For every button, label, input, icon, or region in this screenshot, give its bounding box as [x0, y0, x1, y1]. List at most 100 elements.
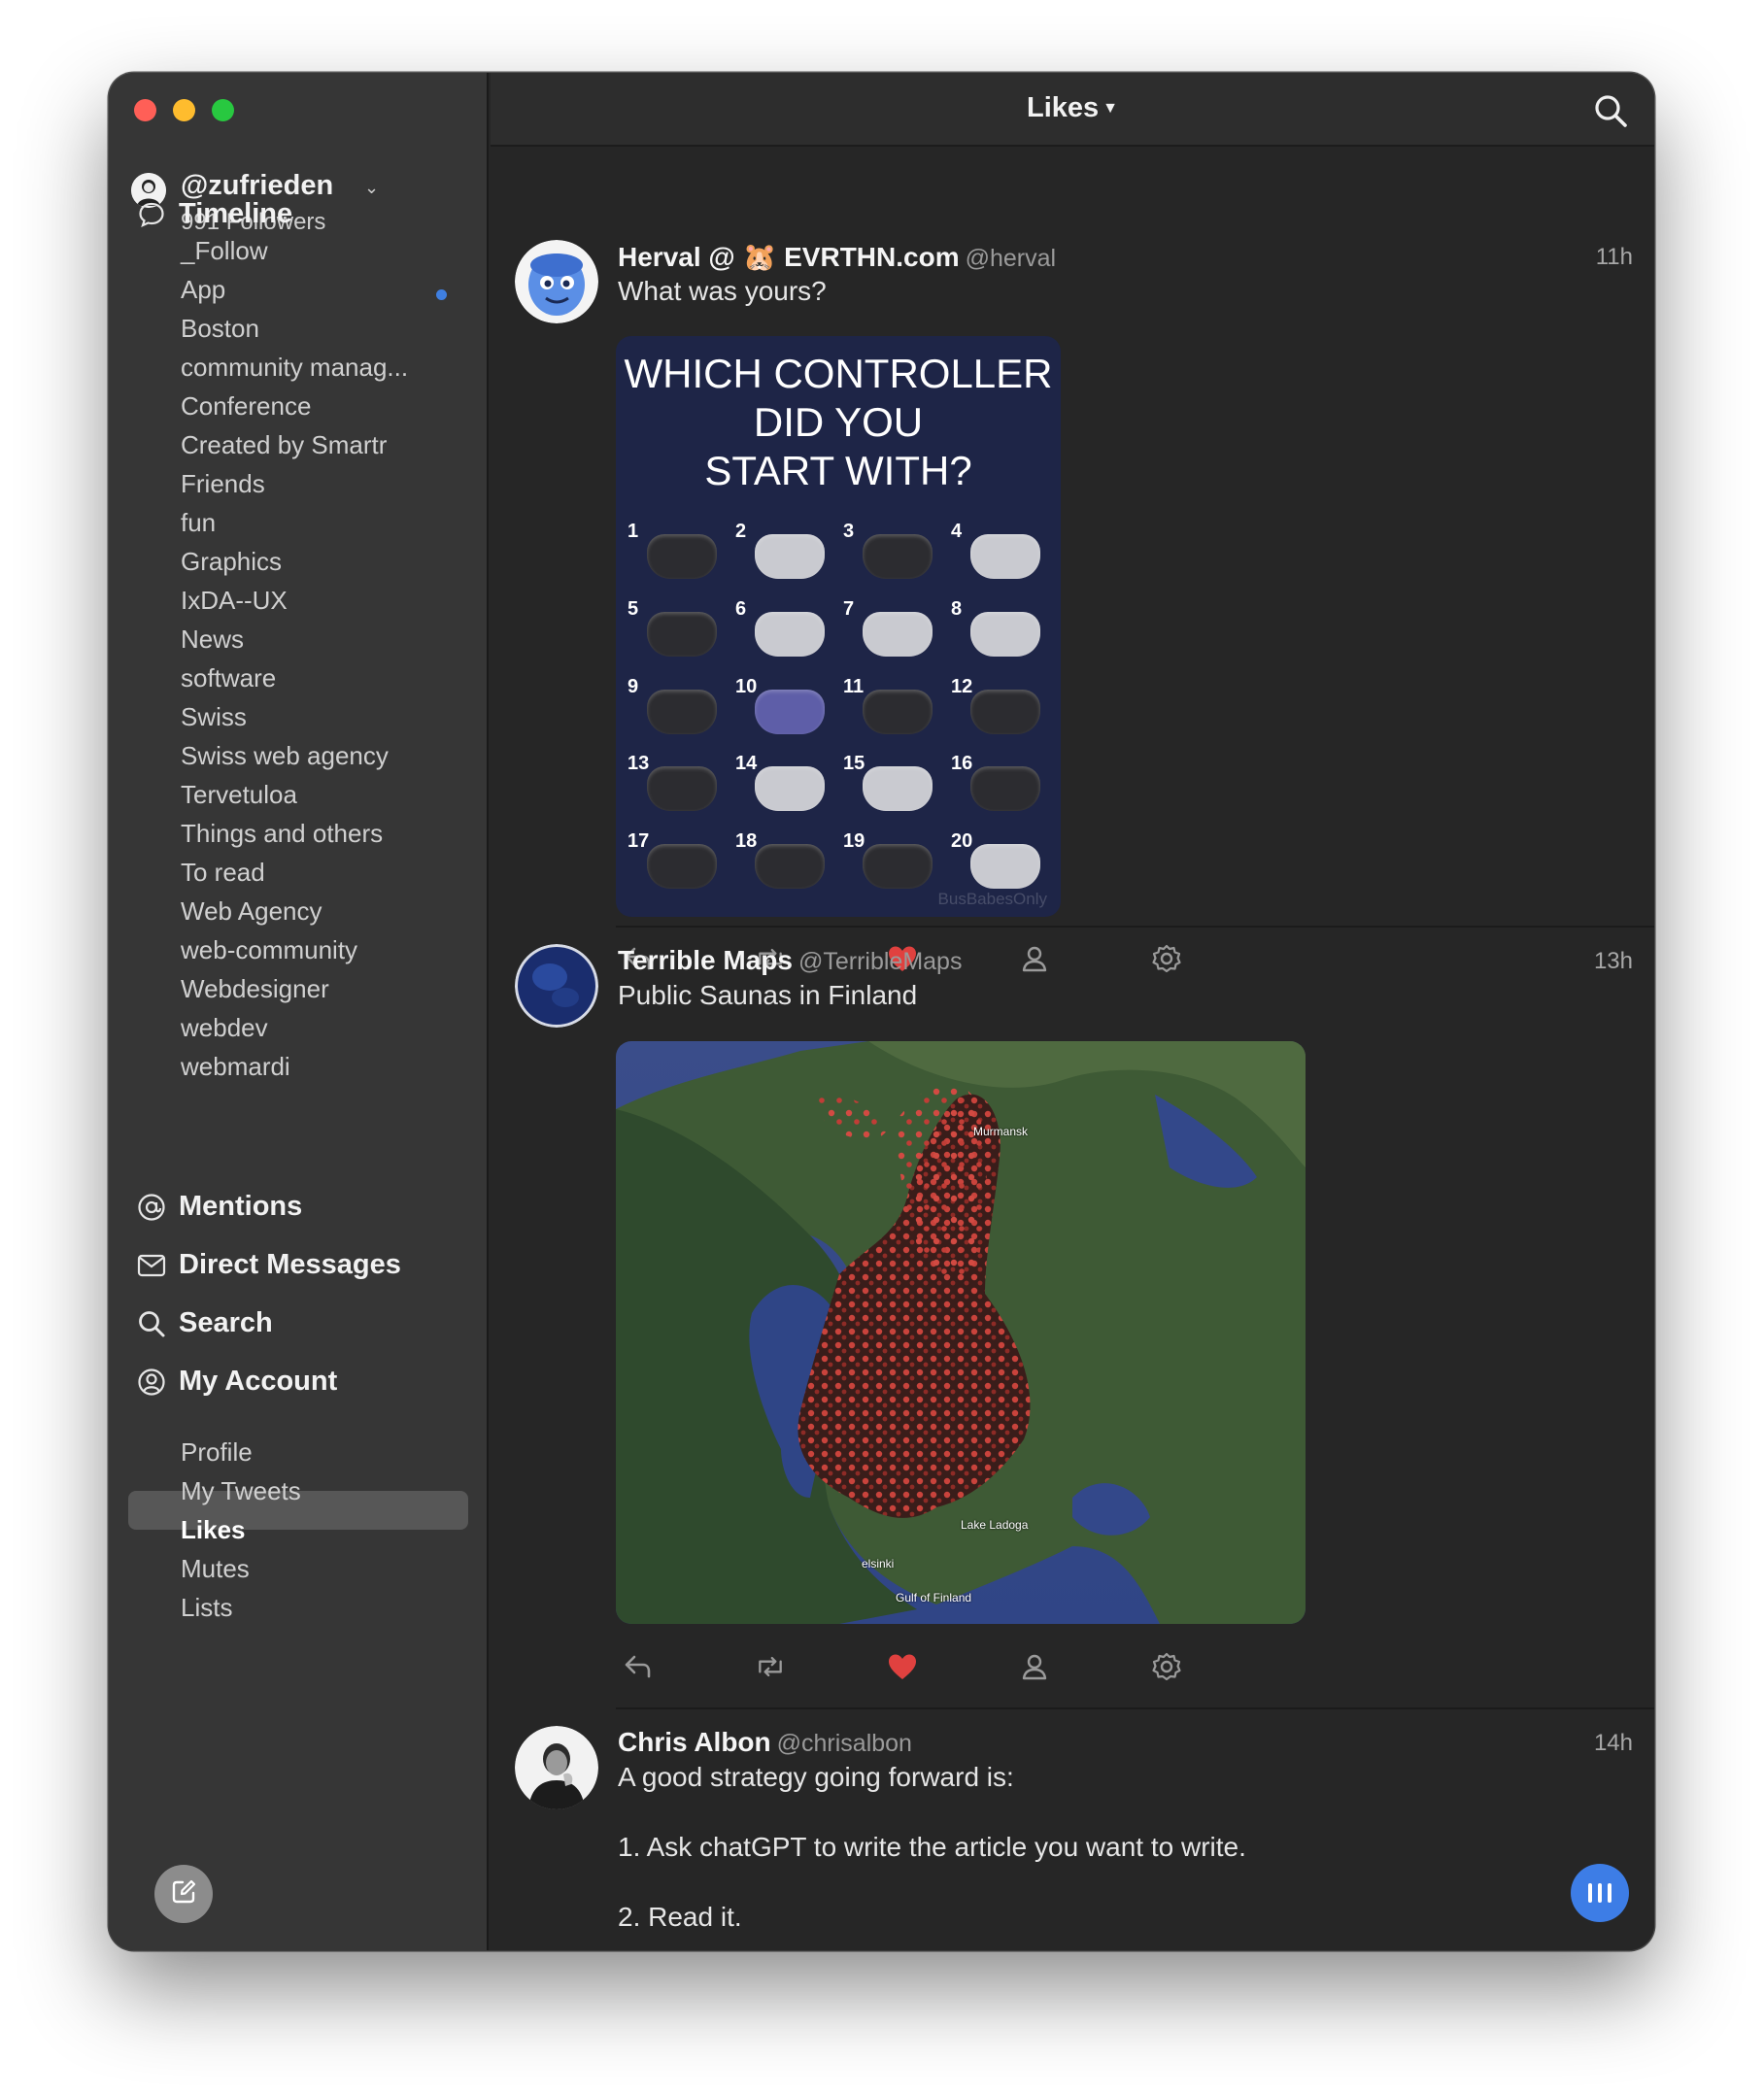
nav-item-mutes[interactable]: Mutes: [181, 1549, 301, 1588]
list-item[interactable]: Swiss: [181, 697, 408, 736]
tweet-image[interactable]: WHICH CONTROLLER DID YOU START WITH? 12 3…: [616, 336, 1061, 917]
controller-cell: 12: [949, 676, 1053, 750]
list-item[interactable]: Swiss web agency: [181, 736, 408, 775]
controller-number: 13: [628, 753, 650, 775]
list-item[interactable]: Friends: [181, 464, 408, 503]
controller-number: 6: [735, 597, 747, 620]
author-name[interactable]: Terrible Maps: [618, 945, 793, 975]
nav-item-my-tweets[interactable]: My Tweets: [181, 1471, 301, 1510]
controller-number: 7: [843, 597, 855, 620]
map-label: Lake Ladoga: [961, 1518, 1029, 1532]
controller-number: 11: [843, 675, 865, 697]
columns-button[interactable]: [1571, 1864, 1629, 1922]
list-item[interactable]: Boston: [181, 309, 408, 348]
list-item[interactable]: Created by Smartr: [181, 425, 408, 464]
list-item[interactable]: Tervetuloa: [181, 775, 408, 814]
unread-indicator: [436, 289, 447, 300]
tweet-text-line: 1. Ask chatGPT to write the article you …: [618, 1832, 1246, 1862]
list-item[interactable]: fun: [181, 503, 408, 542]
nav-mentions[interactable]: Mentions: [136, 1191, 302, 1223]
nav-item-likes[interactable]: Likes: [181, 1510, 301, 1549]
title-bar: Likes ▼: [491, 73, 1654, 147]
author-name[interactable]: Chris Albon: [618, 1727, 771, 1757]
controller-cell: 4: [949, 521, 1053, 594]
list-item[interactable]: Webdesigner: [181, 969, 408, 1008]
controller-cell: 5: [626, 598, 729, 672]
close-window-button[interactable]: [134, 99, 156, 121]
timeline-lists: _Follow App Boston community manag... Co…: [181, 231, 408, 1086]
list-item[interactable]: IxDA--UX: [181, 581, 408, 620]
column-bar-icon: [1608, 1883, 1611, 1903]
gear-icon[interactable]: [1151, 1651, 1182, 1682]
finland-sauna-map: Murmansk Lake Ladoga elsinki Gulf of Fin…: [616, 1041, 1306, 1624]
gamepad-icon: [647, 689, 717, 734]
minimize-window-button[interactable]: [173, 99, 195, 121]
search-icon: [1595, 95, 1627, 127]
controller-cell: 15: [841, 753, 945, 827]
list-item[interactable]: Graphics: [181, 542, 408, 581]
list-item[interactable]: _Follow: [181, 231, 408, 270]
list-item[interactable]: News: [181, 620, 408, 659]
author-handle[interactable]: @herval: [966, 245, 1056, 272]
chevron-down-icon[interactable]: ⌄: [364, 178, 379, 198]
search-button[interactable]: [1592, 92, 1629, 129]
heart-icon[interactable]: [887, 1651, 918, 1682]
list-item[interactable]: software: [181, 659, 408, 697]
nav-direct-messages[interactable]: Direct Messages: [136, 1249, 401, 1281]
tweet-image[interactable]: Murmansk Lake Ladoga elsinki Gulf of Fin…: [616, 1041, 1306, 1624]
controller-cell: 19: [841, 830, 945, 904]
poster-watermark: BusBabesOnly: [937, 890, 1047, 908]
nav-search[interactable]: Search: [136, 1307, 273, 1339]
controller-grid: 1 2 3 4 5 6 7 8 9 10 11 12 13 14 15 16 17 18 19 20: [626, 521, 1053, 904]
list-item[interactable]: Web Agency: [181, 892, 408, 930]
gamepad-icon: [863, 611, 933, 657]
controller-cell: 8: [949, 598, 1053, 672]
envelope-icon: [136, 1250, 167, 1281]
nav-direct-messages-label: Direct Messages: [179, 1249, 401, 1280]
at-sign-icon: [136, 1192, 167, 1223]
zoom-window-button[interactable]: [212, 99, 234, 121]
tweet-text: Public Saunas in Finland: [618, 980, 918, 1010]
list-item[interactable]: web-community: [181, 930, 408, 969]
controller-number: 19: [843, 830, 865, 853]
list-item[interactable]: community manag...: [181, 348, 408, 387]
controller-number: 8: [951, 597, 963, 620]
column-title[interactable]: Likes ▼: [491, 92, 1654, 124]
list-item[interactable]: webdev: [181, 1008, 408, 1047]
controller-cell: 18: [733, 830, 837, 904]
retweet-icon[interactable]: [755, 1651, 786, 1682]
controller-number: 18: [735, 830, 758, 853]
list-item[interactable]: Conference: [181, 387, 408, 425]
window-controls: [134, 99, 234, 121]
controller-number: 12: [951, 675, 973, 697]
gear-icon[interactable]: [1151, 943, 1182, 974]
avatar[interactable]: [515, 944, 598, 1028]
user-icon[interactable]: [1019, 1651, 1050, 1682]
poster-title: WHICH CONTROLLER DID YOU START WITH?: [624, 351, 1053, 493]
avatar[interactable]: [515, 1726, 598, 1809]
nav-item-lists[interactable]: Lists: [181, 1588, 301, 1627]
list-item[interactable]: Things and others: [181, 814, 408, 853]
nav-item-profile[interactable]: Profile: [181, 1433, 301, 1471]
author-name[interactable]: Herval @ 🐹 EVRTHN.com: [618, 242, 960, 272]
author-handle[interactable]: @TerribleMaps: [798, 948, 962, 975]
controller-cell: 2: [733, 521, 837, 594]
avatar[interactable]: [515, 240, 598, 323]
controller-number: 16: [951, 753, 973, 775]
list-item[interactable]: To read: [181, 853, 408, 892]
author-handle[interactable]: @chrisalbon: [777, 1730, 912, 1757]
user-icon[interactable]: [1019, 943, 1050, 974]
reply-icon[interactable]: [623, 1651, 654, 1682]
user-circle-icon: [136, 1367, 167, 1398]
list-item[interactable]: webmardi: [181, 1047, 408, 1086]
gamepad-icon: [970, 611, 1040, 657]
nav-my-account[interactable]: My Account: [136, 1366, 337, 1398]
gamepad-icon: [863, 766, 933, 812]
compose-button[interactable]: [154, 1865, 213, 1923]
tweet-divider: [616, 926, 1654, 928]
speech-bubble-icon: [136, 199, 167, 230]
gamepad-icon: [755, 534, 825, 579]
controller-number: 3: [843, 521, 855, 542]
list-item[interactable]: App: [181, 270, 408, 309]
nav-timeline[interactable]: Timeline: [136, 198, 292, 230]
